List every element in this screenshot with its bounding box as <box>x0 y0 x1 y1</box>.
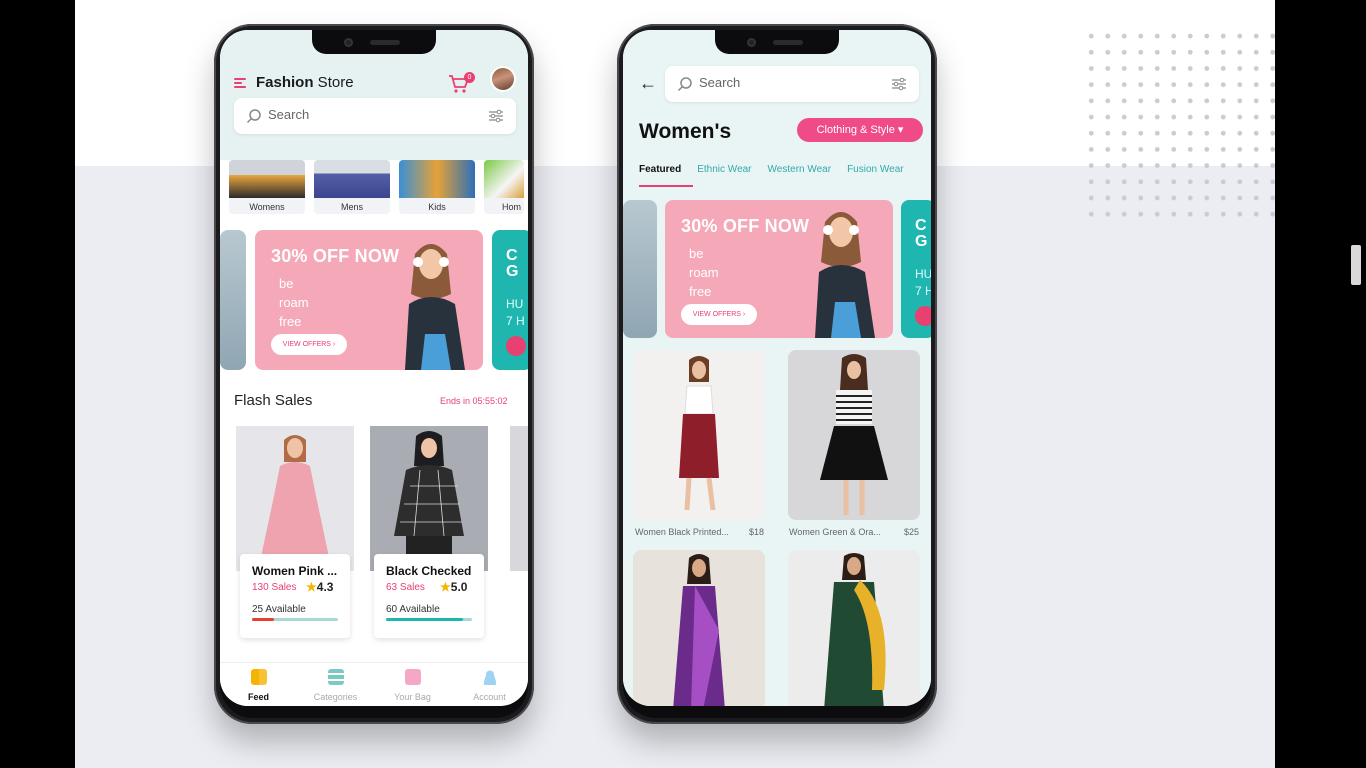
categories-icon <box>327 669 344 685</box>
phone-mockup-home: Fashion Store 0 Search Womens Mens Kids … <box>214 24 534 724</box>
product-name: Women Pink ... <box>252 564 338 578</box>
product-image <box>370 426 488 571</box>
product-availability: 25 Available <box>252 604 306 615</box>
banner-next[interactable]: C G HU 7 H <box>901 200 931 338</box>
tab-feed[interactable]: Feed <box>220 663 297 706</box>
product-image <box>788 350 920 520</box>
bottom-tab-bar: Feed Categories Your Bag Account <box>220 662 528 706</box>
promo-banner[interactable]: 30% OFF NOW be roam free VIEW OFFERS › <box>665 200 893 338</box>
product-image <box>633 550 765 706</box>
product-tile[interactable] <box>633 350 765 520</box>
bag-icon <box>404 669 421 685</box>
star-icon: ★ <box>440 580 451 594</box>
landing-page: Fashion Store 0 Search Womens Mens Kids … <box>75 0 1275 768</box>
tab-featured[interactable]: Featured <box>639 164 694 187</box>
product-card[interactable]: Women Pink ... 130 Sales ★4.3 25 Availab… <box>236 426 354 638</box>
search-bar[interactable]: Search <box>665 66 919 102</box>
product-image <box>236 426 354 571</box>
search-bar[interactable]: Search <box>234 98 516 134</box>
category-screen: ← Search Women's Clothing & Style ▾ Feat… <box>623 30 931 706</box>
view-offers-button[interactable]: VIEW OFFERS › <box>681 304 757 325</box>
availability-fill <box>386 618 464 621</box>
banner-next[interactable]: C G HU 7 H <box>492 230 528 370</box>
product-card-partial[interactable] <box>510 426 528 638</box>
filter-icon[interactable] <box>891 76 907 92</box>
tab-ethnic-wear[interactable]: Ethnic Wear <box>697 164 751 187</box>
promo-banner[interactable]: 30% OFF NOW be roam free VIEW OFFERS › <box>255 230 483 370</box>
scrollbar-track[interactable] <box>1275 0 1366 768</box>
tab-western-wear[interactable]: Western Wear <box>768 164 832 187</box>
product-info-card: Black Checked 63 Sales ★5.0 60 Available <box>374 554 484 638</box>
star-icon: ★ <box>306 580 317 594</box>
category-strip: Womens Mens Kids Hom <box>229 160 524 216</box>
decorative-dot-grid <box>1083 28 1275 218</box>
tab-categories[interactable]: Categories <box>297 663 374 706</box>
product-tile[interactable] <box>788 350 920 520</box>
category-mens[interactable]: Mens <box>314 160 390 214</box>
home-screen: Fashion Store 0 Search Womens Mens Kids … <box>220 30 528 706</box>
banner-model-image <box>815 212 875 338</box>
filter-icon[interactable] <box>488 108 504 124</box>
tab-fusion-wear[interactable]: Fusion Wear <box>847 164 904 187</box>
availability-bar <box>252 618 338 621</box>
product-image <box>633 350 765 520</box>
product-image <box>788 550 920 706</box>
view-offers-button[interactable]: VIEW OFFERS › <box>271 334 347 355</box>
feed-icon <box>250 669 267 685</box>
availability-fill <box>252 618 274 621</box>
search-placeholder: Search <box>699 75 741 90</box>
avatar[interactable] <box>490 66 516 92</box>
store-title: Fashion Store <box>256 74 354 91</box>
search-icon <box>677 77 692 92</box>
filter-tabs: Featured Ethnic Wear Western Wear Fusion… <box>639 164 904 187</box>
account-icon <box>481 669 498 685</box>
product-tile[interactable] <box>633 550 765 706</box>
page-title: Women's <box>639 120 732 143</box>
product-price: $25 <box>904 527 920 537</box>
category-home[interactable]: Hom <box>484 160 524 214</box>
scrollbar-thumb[interactable] <box>1351 245 1361 285</box>
product-sales: 63 Sales <box>386 582 425 593</box>
flash-sales-timer: Ends in 05:55:02 <box>440 396 508 406</box>
product-tile[interactable] <box>788 550 920 706</box>
product-availability: 60 Available <box>386 604 440 615</box>
phone-mockup-category: ← Search Women's Clothing & Style ▾ Feat… <box>617 24 937 724</box>
tab-your-bag[interactable]: Your Bag <box>374 663 451 706</box>
product-rating: ★4.3 <box>306 580 334 594</box>
availability-bar <box>386 618 472 621</box>
search-placeholder: Search <box>268 107 310 122</box>
product-rating: ★5.0 <box>440 580 468 594</box>
product-card[interactable]: Black Checked 63 Sales ★5.0 60 Available <box>370 426 488 638</box>
category-dropdown[interactable]: Clothing & Style ▾ <box>797 118 923 142</box>
category-womens[interactable]: Womens <box>229 160 305 214</box>
category-kids[interactable]: Kids <box>399 160 475 214</box>
product-info-card: Women Pink ... 130 Sales ★4.3 25 Availab… <box>240 554 350 638</box>
product-name: Black Checked <box>386 564 472 578</box>
search-icon <box>246 109 261 124</box>
cart-count-badge: 0 <box>464 72 475 83</box>
banner-previous[interactable] <box>220 230 246 370</box>
product-sales: 130 Sales <box>252 582 297 593</box>
menu-icon[interactable] <box>234 78 246 88</box>
flash-sales-title: Flash Sales <box>234 392 313 409</box>
banner-previous[interactable] <box>623 200 657 338</box>
product-name: Women Black Printed... <box>635 527 729 537</box>
product-price: $18 <box>749 527 765 537</box>
tab-account[interactable]: Account <box>451 663 528 706</box>
banner-model-image <box>405 244 465 370</box>
back-arrow-icon[interactable]: ← <box>639 74 657 92</box>
product-name: Women Green & Ora... <box>789 527 881 537</box>
